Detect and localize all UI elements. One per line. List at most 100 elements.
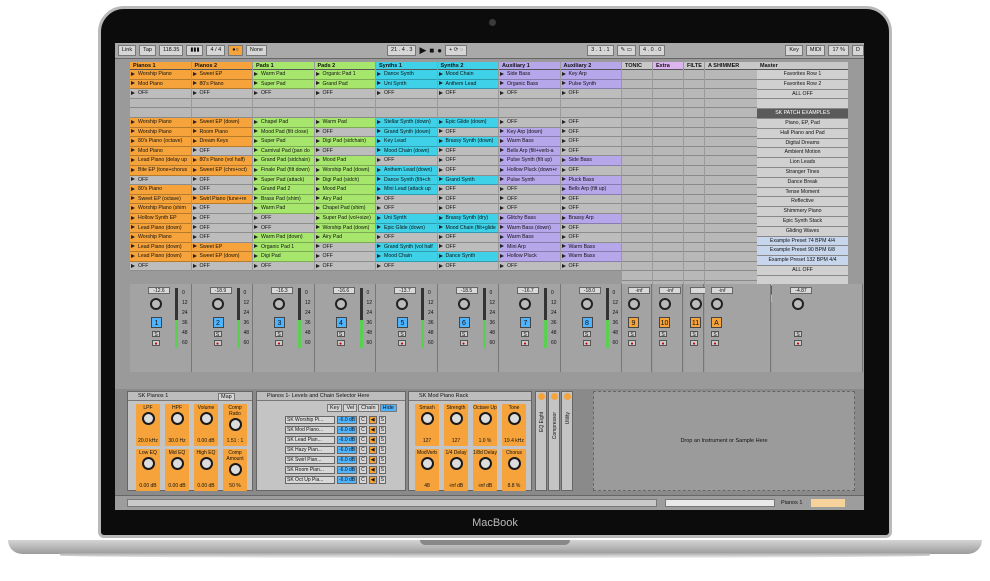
clip-play-icon[interactable] (254, 167, 258, 172)
clip-play-icon[interactable] (254, 186, 258, 191)
chain-volume[interactable]: -6.0 dB (337, 426, 358, 434)
clip-play-icon[interactable] (315, 234, 320, 239)
solo-button[interactable]: S (582, 331, 591, 338)
clip-play-icon[interactable] (192, 253, 197, 258)
solo-button[interactable]: S (378, 476, 386, 484)
clip-play-icon[interactable] (315, 71, 320, 76)
clip-slot[interactable]: OFF (191, 185, 252, 195)
clip-slot[interactable]: Key Lead (376, 137, 437, 147)
clip-play-icon[interactable] (561, 148, 566, 153)
track-header[interactable]: Synths 1 (376, 62, 437, 70)
track-header[interactable]: Auxiliary 2 (560, 62, 621, 70)
clip-slot[interactable]: Swirl Piano (tune+re (191, 194, 252, 205)
clip-play-icon[interactable] (192, 205, 197, 210)
clip-slot[interactable]: Grand Synth (vol half (376, 242, 437, 253)
clip-slot[interactable]: 80's Piano (130, 185, 191, 195)
empty-slot[interactable] (684, 127, 704, 138)
chain-volume[interactable]: -6.0 dB (337, 436, 358, 444)
clip-play-icon[interactable] (500, 215, 504, 220)
clip-play-icon[interactable] (377, 244, 381, 249)
clip-play-icon[interactable] (561, 253, 566, 258)
empty-slot[interactable] (622, 117, 652, 128)
clip-play-icon[interactable] (192, 119, 197, 124)
clip-play-icon[interactable] (561, 186, 566, 191)
clip-play-icon[interactable] (438, 119, 443, 124)
volume-readout[interactable]: -18.5 (455, 287, 478, 294)
clip-play-icon[interactable] (254, 177, 258, 182)
volume-readout[interactable]: -inf (659, 287, 681, 294)
clip-slot[interactable]: Lead Piano (down) (130, 242, 191, 253)
scene-row[interactable]: Piano, EP, Pad (757, 118, 848, 129)
solo-button[interactable]: S (690, 331, 698, 338)
clip-play-icon[interactable] (315, 148, 320, 153)
knob-dial[interactable] (478, 457, 492, 470)
rack2-title[interactable]: SK Mod Piano Rack (409, 392, 531, 401)
empty-slot[interactable] (622, 108, 652, 118)
clip-play-icon[interactable] (254, 205, 258, 210)
quantization-menu[interactable]: ●○ (228, 45, 243, 56)
track-header[interactable]: Pads 1 (253, 62, 314, 70)
empty-slot[interactable] (622, 70, 652, 80)
clip-slot[interactable]: OFF (314, 261, 375, 272)
clip-slot[interactable]: OFF (376, 89, 437, 99)
clip-slot[interactable] (130, 108, 191, 118)
clip-slot[interactable]: Grand Synth (437, 175, 498, 186)
tap-button[interactable]: Tap (139, 45, 156, 56)
clip-play-icon[interactable] (192, 148, 197, 153)
knob-dial[interactable] (228, 418, 242, 431)
solo-button[interactable]: S (794, 331, 802, 338)
pan-knob[interactable] (334, 298, 347, 310)
scene-row[interactable]: Example Preset 132 BPM 4/4 (757, 256, 848, 266)
volume-readout[interactable]: -13.7 (394, 287, 416, 294)
clip-slot[interactable]: Sweet EP (chrs+oct) (191, 165, 252, 176)
empty-slot[interactable] (653, 117, 683, 128)
clip-slot[interactable]: Mod Piano (130, 79, 191, 90)
solo-button[interactable]: S (378, 446, 386, 454)
arrangement-position[interactable]: 21 . 4 . 3 (387, 45, 417, 56)
volume-readout[interactable]: -18.0 (578, 287, 601, 294)
clip-slot[interactable]: OFF (437, 233, 498, 243)
clip-play-icon[interactable] (500, 263, 504, 268)
empty-slot[interactable] (622, 242, 652, 253)
clip-slot[interactable]: Grand Pad (sidchain) (253, 156, 314, 166)
clip-play-icon[interactable] (561, 196, 566, 201)
clip-slot[interactable]: Brass Pad (shim) (253, 194, 314, 205)
clip-slot[interactable]: OFF (191, 175, 252, 186)
clip-play-icon[interactable] (254, 81, 258, 86)
knob-dial[interactable] (141, 412, 155, 425)
rack-title[interactable]: SK Pianos 1 Map (128, 392, 252, 401)
clip-play-icon[interactable] (254, 215, 258, 220)
empty-slot[interactable] (653, 242, 683, 253)
clip-slot[interactable]: OFF (191, 261, 252, 272)
solo-button[interactable]: S (213, 331, 222, 338)
clip-slot[interactable]: OFF (560, 204, 621, 214)
clip-slot[interactable]: Hollow Pluck (down+r (499, 165, 560, 176)
clip-play-icon[interactable] (131, 205, 135, 210)
scene-row[interactable] (757, 99, 848, 110)
clip-play-icon[interactable] (254, 244, 258, 249)
clip-play-icon[interactable] (254, 157, 258, 162)
clip-play-icon[interactable] (315, 81, 320, 86)
pan-knob[interactable] (628, 298, 640, 310)
clip-slot[interactable] (376, 98, 437, 109)
track-header[interactable]: Pads 2 (314, 62, 375, 70)
chain-pan[interactable]: C (359, 446, 367, 454)
clip-play-icon[interactable] (315, 90, 320, 95)
track-activator[interactable]: A (711, 317, 722, 328)
empty-slot[interactable] (653, 156, 683, 166)
clip-play-icon[interactable] (254, 138, 258, 143)
clip-play-icon[interactable] (500, 81, 504, 86)
clip-slot[interactable]: OFF (314, 242, 375, 253)
track-activator[interactable]: 8 (581, 317, 593, 328)
clip-play-icon[interactable] (254, 234, 258, 239)
clip-play-icon[interactable] (131, 90, 135, 95)
clip-slot[interactable]: OFF (437, 194, 498, 205)
clip-slot[interactable]: Finale Pad (filt down) (253, 165, 314, 176)
clip-slot[interactable]: Chapel Pad (shim) (314, 204, 375, 214)
track-activator[interactable]: 4 (335, 317, 347, 328)
clip-play-icon[interactable] (315, 138, 320, 143)
macro-knob[interactable]: Octave Up 1.0 % (473, 404, 497, 446)
clip-play-icon[interactable] (192, 186, 197, 191)
clip-play-icon[interactable] (561, 119, 566, 124)
clip-play-icon[interactable] (315, 225, 320, 230)
